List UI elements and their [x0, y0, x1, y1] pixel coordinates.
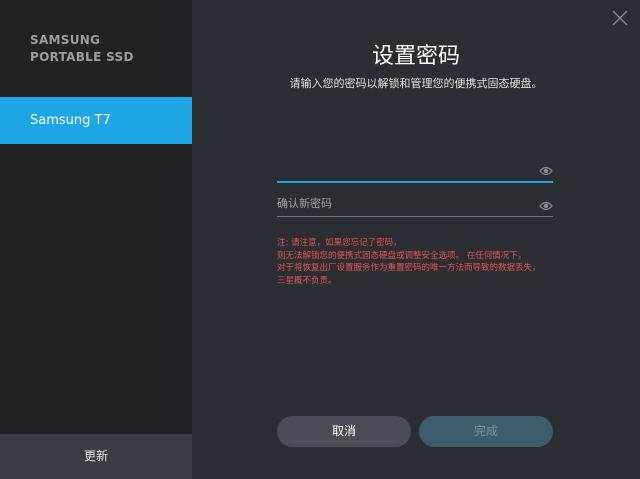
warning-line: 注: 请注意，如果您忘记了密码， — [277, 238, 402, 248]
password-field — [277, 157, 553, 183]
done-button[interactable]: 完成 — [419, 416, 553, 447]
eye-icon[interactable] — [539, 162, 553, 176]
sidebar: SAMSUNG PORTABLE SSD Samsung T7 更新 — [0, 0, 192, 479]
page-subtitle: 请输入您的密码以解锁和管理您的便携式固态硬盘。 — [289, 77, 543, 90]
page-title: 设置密码 — [371, 44, 460, 69]
close-icon[interactable] — [612, 10, 628, 26]
eye-icon[interactable] — [539, 197, 553, 211]
password-input[interactable] — [277, 157, 527, 179]
update-button[interactable]: 更新 — [0, 434, 192, 479]
brand-logo: SAMSUNG PORTABLE SSD — [30, 32, 134, 66]
warning-line: 三星概不负责。 — [277, 275, 337, 286]
confirm-password-input[interactable] — [277, 192, 527, 214]
warning-line: 则无法解锁您的便携式固态硬盘或调整安全选项。 在任何情况下， — [277, 250, 527, 261]
sidebar-item-samsung-t7[interactable]: Samsung T7 — [0, 97, 192, 144]
brand-line-samsung: SAMSUNG — [30, 33, 101, 47]
warning-note: 注: 请注意，如果您忘记了密码， 则无法解锁您的便携式固态硬盘或调整安全选项。 … — [277, 237, 577, 287]
brand-line-portable-ssd: PORTABLE SSD — [30, 50, 134, 64]
app-window: SAMSUNG PORTABLE SSD Samsung T7 更新 设置密码 … — [0, 0, 640, 479]
confirm-password-field — [277, 192, 553, 217]
warning-line: 对于将恢复出厂设置服务作为重置密码的唯一方法而导致的数据丢失， — [277, 263, 541, 273]
cancel-button[interactable]: 取消 — [277, 416, 411, 447]
